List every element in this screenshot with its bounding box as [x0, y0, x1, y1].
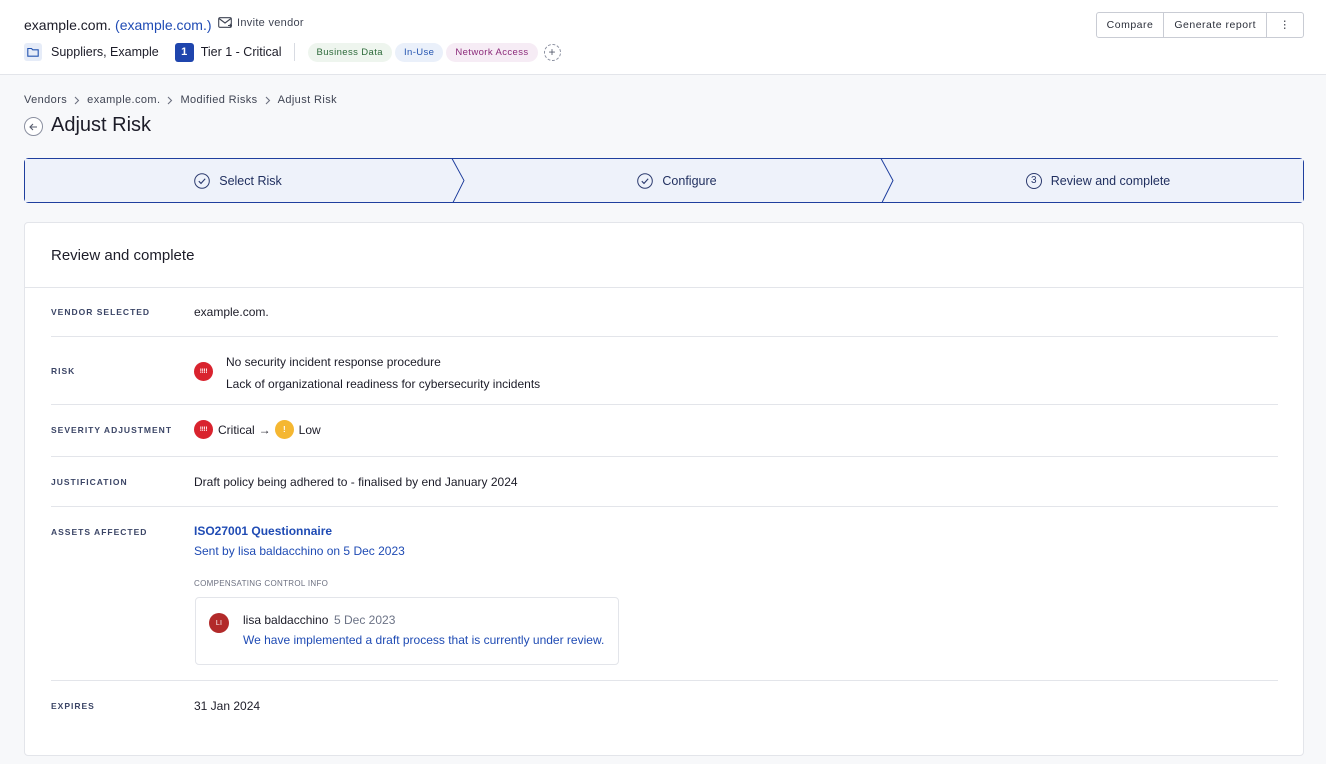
compensating-control-label: Compensating control info — [194, 579, 329, 588]
risk-block: !!!! No security incident response proce… — [194, 355, 540, 391]
justification-value: Draft policy being adhered to - finalise… — [194, 475, 518, 489]
vendor-header: example.com. (example.com.) Invite vendo… — [0, 0, 1326, 75]
breadcrumb-vendors[interactable]: Vendors — [24, 94, 67, 106]
vendor-title: example.com. (example.com.) — [24, 17, 212, 33]
page-title: Adjust Risk — [51, 114, 152, 136]
justification-row: Justification Draft policy being adhered… — [51, 457, 1278, 507]
severity-from: Critical — [218, 422, 255, 437]
row-label: Severity adjustment — [51, 425, 173, 435]
compare-button[interactable]: Compare — [1097, 13, 1165, 37]
tier-badge: 1 — [174, 42, 194, 62]
risk-row: Risk !!!! No security incident response … — [51, 337, 1278, 405]
critical-severity-icon: !!!! — [194, 362, 213, 381]
vendor-selected-value: example.com. — [194, 305, 269, 319]
add-label-button[interactable]: + — [543, 43, 561, 61]
breadcrumb: Vendors example.com. Modified Risks Adju… — [24, 94, 337, 106]
comment-text: We have implemented a draft process that… — [243, 633, 605, 647]
check-circle-icon — [637, 172, 654, 189]
label-pill-business-data[interactable]: Business Data — [307, 42, 392, 62]
assets-affected-row: Assets affected ISO27001 Questionnaire S… — [51, 507, 1278, 681]
step-number: 3 — [1025, 172, 1042, 189]
risk-description: Lack of organizational readiness for cyb… — [226, 377, 541, 391]
vendor-domain-link[interactable]: example.com. — [120, 17, 207, 33]
step-label: Review and complete — [1050, 173, 1171, 188]
chevron-right-icon — [265, 96, 271, 105]
arrow-right-icon: → — [258, 422, 271, 437]
asset-subtitle: Sent by lisa baldacchino on 5 Dec 2023 — [194, 544, 405, 558]
label-pill-network-access[interactable]: Network Access — [446, 42, 538, 62]
generate-report-button[interactable]: Generate report — [1164, 13, 1267, 37]
risk-title: No security incident response procedure — [226, 355, 441, 369]
label-pill-in-use[interactable]: In-Use — [394, 42, 444, 62]
chevron-right-icon — [74, 96, 80, 105]
breadcrumb-vendor[interactable]: example.com. — [87, 94, 160, 106]
severity-adjustment: !!!! Critical → ! Low — [194, 420, 321, 439]
vendor-meta-row: Suppliers, Example 1 Tier 1 - Critical B… — [24, 42, 561, 62]
breadcrumb-adjust-risk: Adjust Risk — [277, 94, 337, 106]
vendor-name: example.com. — [24, 17, 112, 33]
vendor-selected-row: Vendor selected example.com. — [51, 288, 1278, 337]
low-severity-icon: ! — [274, 420, 294, 439]
review-card: Review and complete Vendor selected exam… — [24, 222, 1304, 756]
step-select-risk[interactable]: Select Risk — [24, 158, 452, 203]
back-button[interactable] — [24, 117, 43, 136]
row-label: Vendor selected — [51, 307, 151, 317]
critical-severity-icon: !!!! — [194, 420, 213, 439]
check-circle-icon — [194, 172, 211, 189]
mail-icon — [218, 17, 232, 29]
asset-link[interactable]: ISO27001 Questionnaire — [194, 524, 332, 538]
row-label: Assets affected — [51, 527, 148, 537]
row-label: Risk — [51, 366, 76, 376]
header-actions: Compare Generate report ⋮ — [1095, 12, 1304, 38]
step-configure[interactable]: Configure — [464, 158, 890, 203]
invite-vendor-label: Invite vendor — [237, 17, 304, 29]
invite-vendor-button[interactable]: Invite vendor — [218, 17, 304, 29]
row-label: Justification — [51, 477, 128, 487]
row-label: Expires — [51, 701, 95, 711]
severity-to: Low — [298, 422, 321, 437]
card-title: Review and complete — [51, 247, 195, 264]
expires-row: Expires 31 Jan 2024 — [51, 681, 1278, 733]
more-options-icon[interactable]: ⋮ — [1267, 13, 1303, 37]
step-label: Configure — [662, 173, 717, 188]
breadcrumb-modified-risks[interactable]: Modified Risks — [180, 94, 257, 106]
chevron-right-icon — [167, 96, 173, 105]
risk-text: No security incident response procedure … — [226, 355, 540, 391]
comment-author: lisa baldacchino — [243, 613, 329, 627]
arrow-left-icon — [29, 118, 38, 136]
stepper: Select Risk Configure 3 Review and compl… — [24, 158, 1304, 203]
avatar: LI — [209, 613, 229, 633]
step-label: Select Risk — [219, 173, 282, 188]
divider — [293, 43, 295, 61]
compensating-control-comment: LI lisa baldacchino 5 Dec 2023 We have i… — [195, 597, 619, 665]
severity-adjustment-row: Severity adjustment !!!! Critical → ! Lo… — [51, 405, 1278, 457]
portfolio-link[interactable]: Suppliers, Example — [51, 45, 159, 59]
folder-icon — [24, 43, 42, 61]
tier-label[interactable]: Tier 1 - Critical — [201, 45, 282, 59]
step-review-and-complete[interactable]: 3 Review and complete — [892, 158, 1304, 203]
comment-date: 5 Dec 2023 — [334, 613, 396, 627]
expires-value: 31 Jan 2024 — [194, 699, 261, 713]
